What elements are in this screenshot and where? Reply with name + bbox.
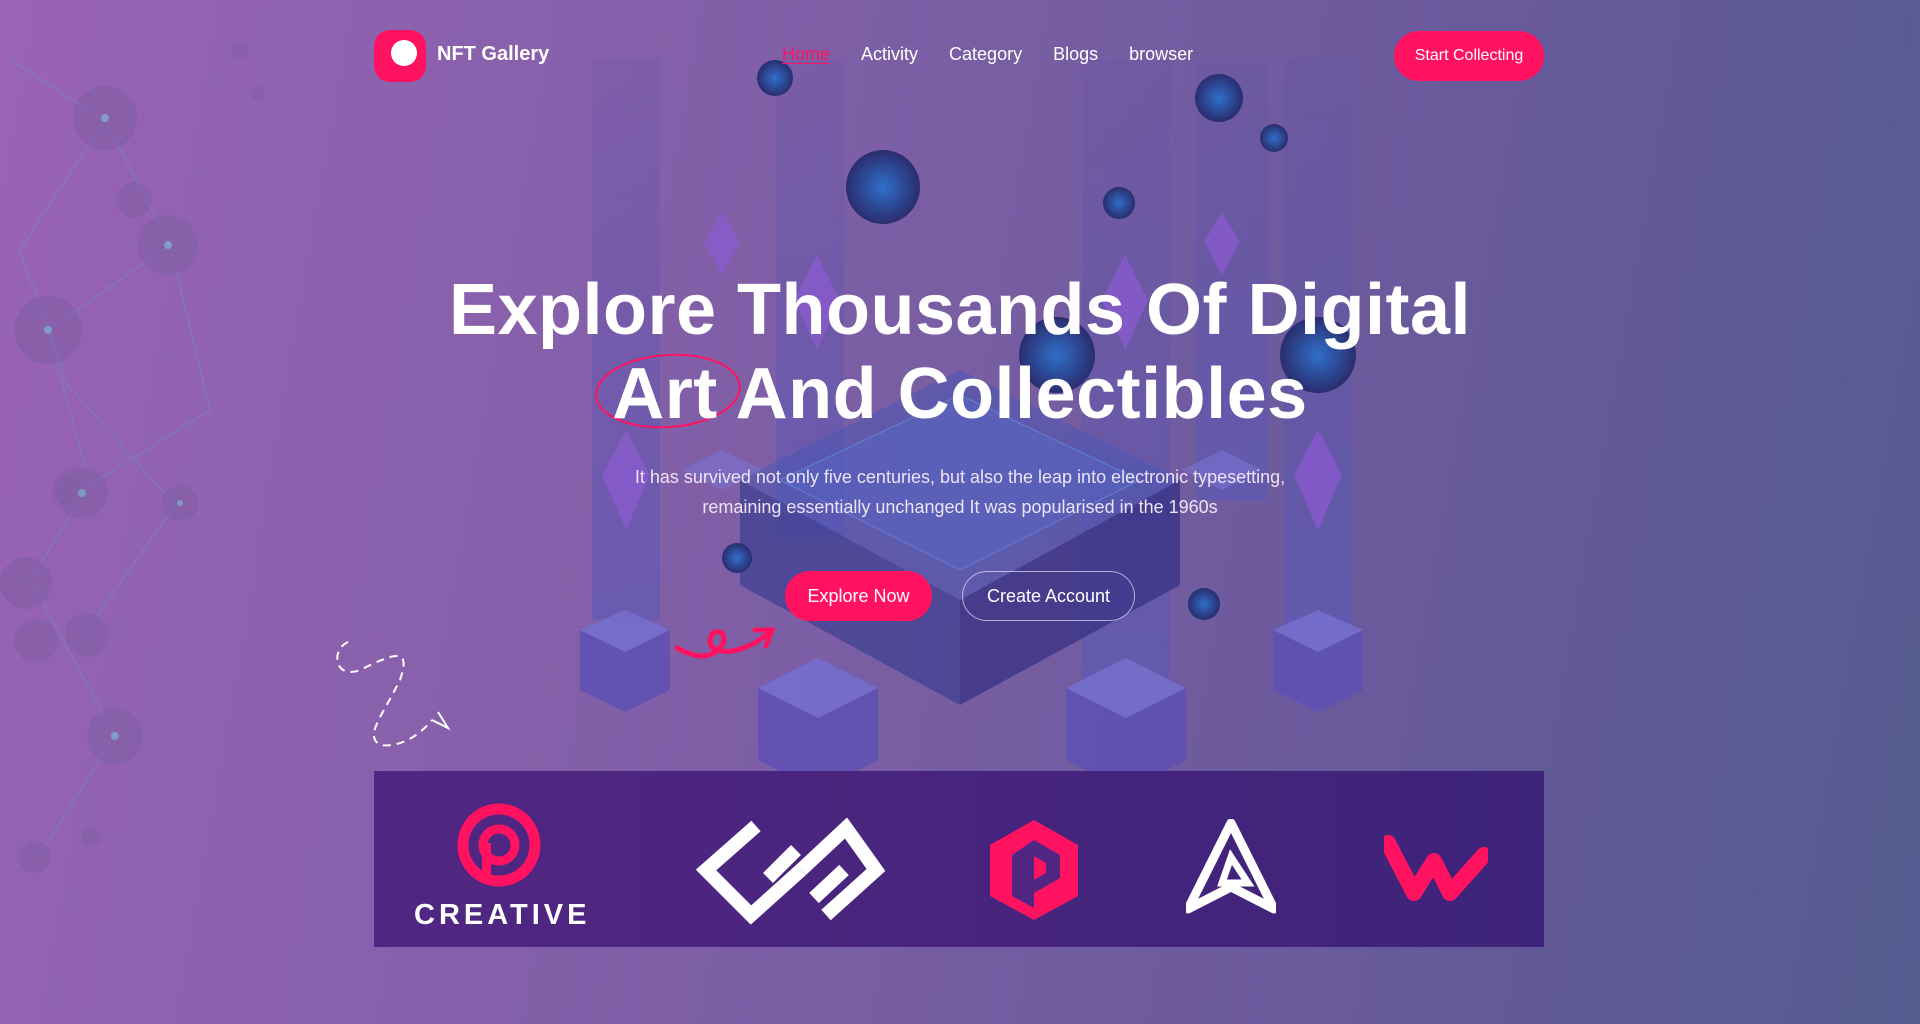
create-account-button[interactable]: Create Account <box>962 571 1135 621</box>
a-triangle-logo-icon <box>1186 819 1276 914</box>
creative-logo-icon <box>457 803 541 887</box>
w-logo-icon <box>1384 835 1488 901</box>
creative-logo-text: CREATIVE <box>414 899 591 931</box>
hero-subtitle: It has survived not only five centuries,… <box>560 462 1360 522</box>
p-hex-logo-icon <box>990 820 1078 920</box>
hero-title-highlight: Art <box>612 354 718 434</box>
nav-link-blogs[interactable]: Blogs <box>1053 44 1098 65</box>
nav-link-browser[interactable]: browser <box>1129 44 1193 65</box>
explore-now-button[interactable]: Explore Now <box>785 571 932 621</box>
hero-subtitle-line1: It has survived not only five centuries,… <box>634 467 1286 487</box>
start-collecting-button[interactable]: Start Collecting <box>1394 31 1544 81</box>
nav-link-category[interactable]: Category <box>949 44 1022 65</box>
hero-title-line2: And Collectibles <box>717 354 1308 434</box>
main-nav: Home Activity Category Blogs browser <box>782 44 1193 65</box>
partner-logos-strip: CREATIVE <box>374 771 1544 947</box>
nav-link-home[interactable]: Home <box>782 44 830 65</box>
nav-link-activity[interactable]: Activity <box>861 44 918 65</box>
hero-title: Explore Thousands Of Digital Art And Col… <box>380 268 1540 436</box>
brand-logo-icon[interactable] <box>374 30 426 82</box>
brand-name[interactable]: NFT Gallery <box>437 43 549 66</box>
site-header: NFT Gallery Home Activity Category Blogs… <box>374 28 1546 84</box>
wm-logo-icon <box>696 818 886 925</box>
hero-title-line1: Explore Thousands Of Digital <box>448 270 1472 350</box>
hero-subtitle-line2: remaining essentially unchanged It was p… <box>702 497 1218 517</box>
